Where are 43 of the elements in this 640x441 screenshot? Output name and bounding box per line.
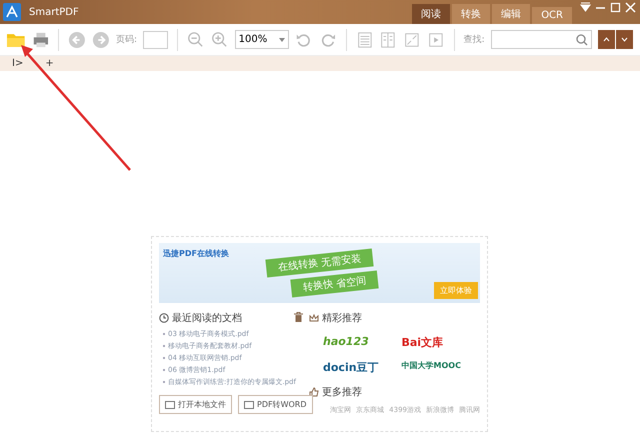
add-tab-button[interactable]: + — [45, 58, 54, 69]
caret-icon[interactable] — [279, 38, 285, 42]
site-logo-link[interactable]: Bai文库 — [402, 335, 480, 350]
mode-tab[interactable]: 转换 — [452, 4, 490, 24]
app-logo-icon — [3, 3, 21, 21]
crown-icon — [309, 313, 319, 323]
try-now-button[interactable]: 立即体验 — [434, 282, 478, 299]
mode-tab[interactable]: 编辑 — [492, 4, 530, 24]
previous-result-button[interactable] — [598, 30, 615, 49]
mode-tab[interactable]: OCR — [532, 7, 572, 24]
search-field[interactable] — [490, 30, 592, 49]
site-logo-link[interactable]: hao123 — [323, 335, 402, 350]
clock-icon — [159, 313, 169, 323]
section-title: 更多推荐 — [322, 386, 362, 399]
convert-button[interactable]: PDF转WORD — [238, 395, 313, 414]
trash-icon[interactable] — [294, 312, 303, 322]
close-icon[interactable] — [625, 2, 636, 13]
chevron-up-icon[interactable] — [602, 37, 610, 42]
single-page-icon[interactable] — [356, 30, 374, 50]
sidebar-toggle[interactable]: I> — [12, 58, 24, 69]
search-icon[interactable] — [576, 34, 588, 46]
page-label: 页码: — [116, 34, 137, 46]
site-logo-link[interactable]: 中国大学MOOC — [402, 360, 480, 375]
section-title: 精彩推荐 — [322, 312, 362, 325]
site-logo-link[interactable]: docin豆丁 — [323, 360, 402, 375]
maximize-icon[interactable] — [610, 2, 621, 13]
banner-ribbon: 转换快 省空间 — [290, 270, 379, 297]
zoom-out-icon[interactable] — [187, 30, 205, 50]
page-input-field[interactable] — [142, 30, 168, 48]
zoom-dropdown[interactable]: 100% — [234, 30, 289, 49]
section-title: 最近阅读的文档 — [172, 312, 242, 325]
open-file-button[interactable]: 打开本地文件 — [159, 395, 232, 414]
zoom-in-icon[interactable] — [210, 30, 229, 50]
banner-brand: 迅捷PDF在线转换 — [163, 248, 229, 259]
chevron-down-icon[interactable] — [620, 37, 628, 42]
dropdown-icon[interactable] — [580, 2, 591, 13]
two-page-icon[interactable] — [379, 30, 398, 50]
banner-ribbon: 在线转换 无需安装 — [265, 248, 374, 278]
next-result-button[interactable] — [616, 30, 633, 49]
window-title: SmartPDF — [29, 6, 79, 18]
thumbs-up-icon — [309, 387, 319, 397]
mode-tab[interactable]: 阅读 — [412, 4, 450, 24]
search-label: 查找: — [464, 34, 485, 46]
